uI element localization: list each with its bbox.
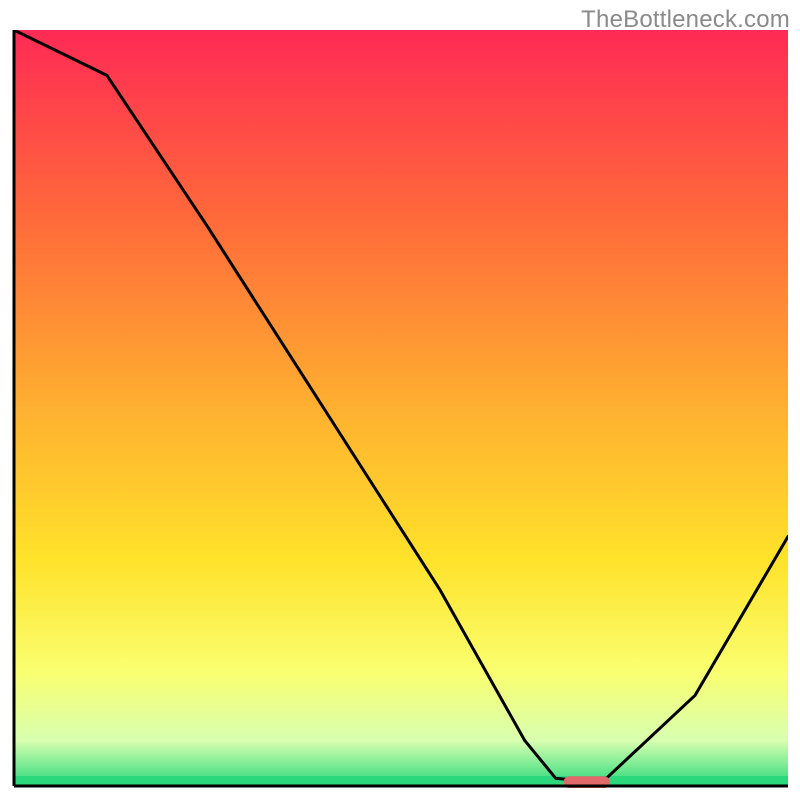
gradient-background (14, 30, 788, 786)
watermark-label: TheBottleneck.com (581, 6, 790, 34)
chart-svg (12, 30, 788, 788)
chart-container: TheBottleneck.com (0, 0, 800, 800)
plot-area (12, 30, 788, 788)
